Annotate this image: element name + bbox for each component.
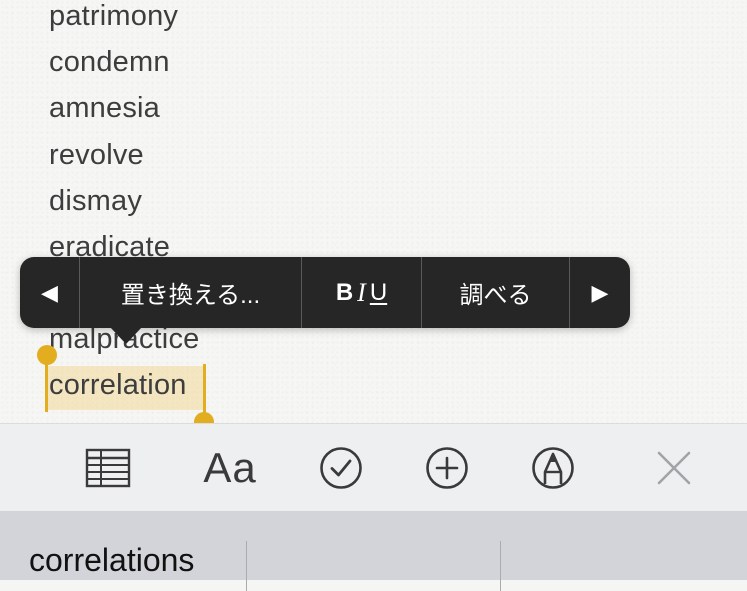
add-button[interactable] <box>424 424 470 512</box>
format-button[interactable]: Aa <box>198 424 262 512</box>
triangle-left-icon: ◀ <box>41 279 58 305</box>
checklist-button[interactable] <box>318 424 364 512</box>
edit-menu-pointer <box>110 327 142 344</box>
suggestion-divider <box>500 541 501 591</box>
notes-toolbar: Aa <box>0 423 747 512</box>
triangle-right-icon: ▶ <box>591 279 609 305</box>
suggestion-3[interactable] <box>504 511 747 580</box>
bold-label: B <box>335 278 354 306</box>
menu-prev-button[interactable]: ◀ <box>20 257 80 328</box>
replace-button[interactable]: 置き換える... <box>80 257 302 328</box>
close-icon <box>657 451 691 485</box>
underline-label: U <box>369 278 388 306</box>
suggestion-2[interactable] <box>250 511 498 580</box>
suggestion-1[interactable]: correlations <box>29 511 239 580</box>
lookup-button[interactable]: 調べる <box>422 257 570 328</box>
suggestion-text: correlations <box>29 542 195 578</box>
table-button[interactable] <box>84 424 132 512</box>
markup-pen-icon <box>532 447 574 489</box>
replace-label: 置き換える... <box>120 282 261 309</box>
note-line[interactable]: condemn <box>49 44 170 80</box>
format-label: Aa <box>203 444 257 491</box>
selection-end-caret <box>203 364 206 419</box>
note-line[interactable]: patrimony <box>49 0 178 34</box>
note-body[interactable]: patrimony condemn amnesia revolve dismay… <box>0 0 747 423</box>
table-icon <box>85 448 131 488</box>
note-line[interactable]: revolve <box>49 137 144 173</box>
edit-menu: ◀ 置き換える... B I U 調べる ▶ <box>20 257 630 328</box>
markup-button[interactable] <box>530 424 576 512</box>
selection-start-caret <box>45 355 48 412</box>
selection-end-handle[interactable] <box>194 412 214 423</box>
note-line[interactable]: amnesia <box>49 90 160 126</box>
close-button[interactable] <box>654 424 694 512</box>
plus-circle-icon <box>426 447 468 489</box>
selected-word[interactable]: correlation <box>49 367 187 403</box>
predictive-text-bar: correlations <box>0 511 747 591</box>
italic-label: I <box>357 277 366 307</box>
lookup-label: 調べる <box>459 282 532 309</box>
checklist-icon <box>320 447 362 489</box>
suggestion-divider <box>246 541 247 591</box>
note-line[interactable]: dismay <box>49 183 142 219</box>
format-biu-button[interactable]: B I U <box>302 257 422 328</box>
menu-next-button[interactable]: ▶ <box>570 257 630 328</box>
